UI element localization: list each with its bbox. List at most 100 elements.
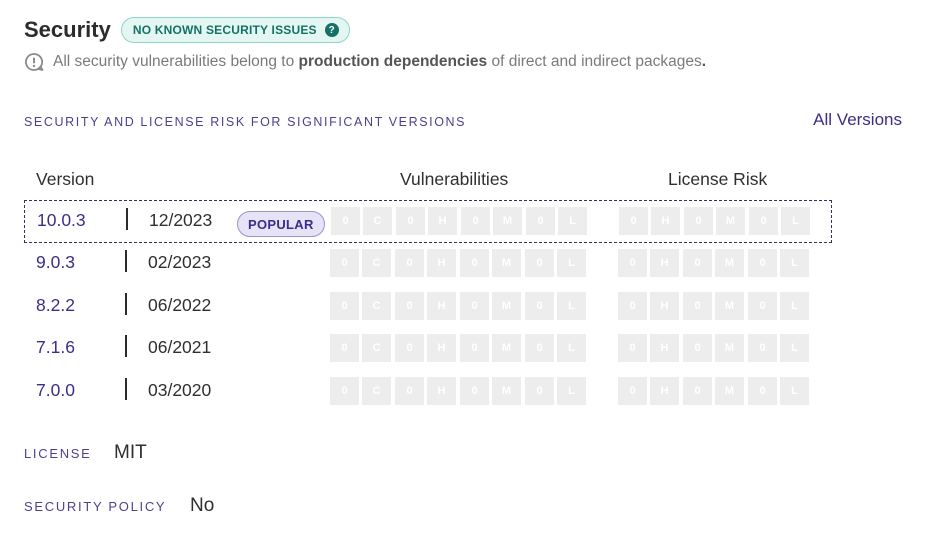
vulnerability-severity-cell: C bbox=[362, 292, 391, 320]
separator bbox=[125, 335, 127, 357]
license-risk-pair: 0L bbox=[748, 334, 809, 362]
license-risk-severity-cell: M bbox=[715, 334, 744, 362]
vulnerability-pair: 0M bbox=[460, 334, 521, 362]
license-risk-severity-cell: H bbox=[650, 334, 679, 362]
subtitle-text-end: of direct and indirect packages bbox=[487, 53, 702, 70]
license-risk-pair: 0L bbox=[749, 207, 810, 235]
license-risk-severity-cell: H bbox=[650, 377, 679, 405]
question-circle-icon[interactable]: ? bbox=[324, 23, 339, 37]
license-risk-severity-cell: L bbox=[780, 292, 809, 320]
vulnerability-pair: 0H bbox=[395, 334, 456, 362]
vulnerability-pair: 0H bbox=[395, 377, 456, 405]
license-risk-severity-cell: H bbox=[650, 292, 679, 320]
vulnerability-pair: 0C bbox=[330, 292, 391, 320]
vulnerability-pair: 0M bbox=[460, 377, 521, 405]
vulnerability-pair: 0L bbox=[525, 334, 586, 362]
vulnerability-severity-cell: L bbox=[557, 292, 586, 320]
license-risk-count-cell: 0 bbox=[683, 292, 712, 320]
subtitle-period: . bbox=[701, 53, 707, 70]
vulnerability-count-cell: 0 bbox=[395, 292, 424, 320]
security-header: Security NO KNOWN SECURITY ISSUES ? bbox=[24, 17, 350, 43]
license-risk-pair: 0M bbox=[683, 377, 744, 405]
license-risk-pair: 0L bbox=[748, 377, 809, 405]
version-link[interactable]: 7.0.0 bbox=[36, 380, 75, 401]
license-risk-pair: 0L bbox=[748, 292, 809, 320]
vulnerability-severity-cell: L bbox=[557, 249, 586, 277]
version-link[interactable]: 10.0.3 bbox=[37, 210, 86, 231]
vulnerability-count-cell: 0 bbox=[525, 377, 554, 405]
license-risk-pair: 0M bbox=[683, 292, 744, 320]
release-date: 02/2023 bbox=[148, 252, 212, 272]
page-title: Security bbox=[24, 17, 111, 42]
all-versions-link[interactable]: All Versions bbox=[813, 110, 902, 130]
license-risk-count-cell: 0 bbox=[618, 377, 647, 405]
license-risk-count-cell: 0 bbox=[748, 292, 777, 320]
version-row[interactable]: 7.0.0 03/2020 0 C 0 H 0 M 0 L 0 H 0 M 0 L bbox=[24, 371, 832, 414]
license-risk-pair: 0H bbox=[618, 334, 679, 362]
vulnerability-severity-cell: C bbox=[362, 377, 391, 405]
version-link[interactable]: 8.2.2 bbox=[36, 295, 75, 316]
vulnerability-pair: 0C bbox=[331, 207, 392, 235]
vulnerability-count-cell: 0 bbox=[396, 207, 425, 235]
vulnerability-pair: 0M bbox=[460, 249, 521, 277]
security-note: All security vulnerabilities belong to p… bbox=[24, 52, 706, 72]
vulnerability-pair: 0H bbox=[396, 207, 457, 235]
separator bbox=[126, 208, 128, 230]
license-risk-pair: 0M bbox=[683, 249, 744, 277]
vulnerability-count-cell: 0 bbox=[525, 249, 554, 277]
vulnerability-pair: 0H bbox=[395, 249, 456, 277]
version-link[interactable]: 7.1.6 bbox=[36, 337, 75, 358]
vulnerability-severity-cell: H bbox=[427, 334, 456, 362]
version-row[interactable]: 10.0.3 12/2023 POPULAR 0 C 0 H 0 M 0 L 0 H 0 M 0 L bbox=[24, 200, 832, 243]
license-risk-pair: 0M bbox=[683, 334, 744, 362]
vulnerability-pair: 0C bbox=[330, 377, 391, 405]
license-risk-pair: 0L bbox=[748, 249, 809, 277]
license-risk-count-cell: 0 bbox=[618, 334, 647, 362]
vulnerability-cells: 0C0H0M0L bbox=[330, 249, 590, 277]
vulnerability-count-cell: 0 bbox=[526, 207, 555, 235]
version-link[interactable]: 9.0.3 bbox=[36, 252, 75, 273]
license-risk-pair: 0H bbox=[619, 207, 680, 235]
vulnerability-severity-cell: L bbox=[557, 377, 586, 405]
vulnerability-count-cell: 0 bbox=[330, 377, 359, 405]
vulnerability-count-cell: 0 bbox=[525, 334, 554, 362]
license-risk-cells: 0H0M0L bbox=[618, 249, 813, 277]
license-risk-count-cell: 0 bbox=[619, 207, 648, 235]
version-row[interactable]: 8.2.2 06/2022 0 C 0 H 0 M 0 L 0 H 0 M 0 L bbox=[24, 286, 832, 329]
vulnerability-severity-cell: M bbox=[492, 249, 521, 277]
vulnerability-severity-cell: M bbox=[493, 207, 522, 235]
column-header-license-risk: License Risk bbox=[668, 169, 768, 189]
vulnerability-count-cell: 0 bbox=[330, 249, 359, 277]
license-risk-count-cell: 0 bbox=[684, 207, 713, 235]
vulnerability-count-cell: 0 bbox=[395, 249, 424, 277]
vulnerability-count-cell: 0 bbox=[460, 334, 489, 362]
vulnerability-pair: 0M bbox=[461, 207, 522, 235]
vulnerability-pair: 0L bbox=[525, 377, 586, 405]
license-risk-severity-cell: M bbox=[715, 249, 744, 277]
license-risk-pair: 0H bbox=[618, 377, 679, 405]
license-risk-severity-cell: M bbox=[715, 377, 744, 405]
license-risk-severity-cell: H bbox=[651, 207, 680, 235]
version-row[interactable]: 7.1.6 06/2021 0 C 0 H 0 M 0 L 0 H 0 M 0 L bbox=[24, 328, 832, 371]
vulnerability-cells: 0C0H0M0L bbox=[331, 207, 591, 235]
popular-badge: POPULAR bbox=[237, 211, 325, 237]
vulnerability-severity-cell: L bbox=[557, 334, 586, 362]
risk-section-heading: SECURITY AND LICENSE RISK FOR SIGNIFICAN… bbox=[24, 115, 467, 129]
vulnerability-pair: 0C bbox=[330, 334, 391, 362]
license-risk-count-cell: 0 bbox=[748, 377, 777, 405]
column-header-vulnerabilities: Vulnerabilities bbox=[400, 169, 509, 189]
vulnerability-pair: 0C bbox=[330, 249, 391, 277]
vulnerability-cells: 0C0H0M0L bbox=[330, 377, 590, 405]
license-risk-severity-cell: L bbox=[780, 377, 809, 405]
license-risk-severity-cell: M bbox=[715, 292, 744, 320]
version-row[interactable]: 9.0.3 02/2023 0 C 0 H 0 M 0 L 0 H 0 M 0 L bbox=[24, 243, 832, 286]
license-risk-count-cell: 0 bbox=[749, 207, 778, 235]
license-risk-count-cell: 0 bbox=[683, 377, 712, 405]
license-risk-count-cell: 0 bbox=[748, 249, 777, 277]
vulnerability-count-cell: 0 bbox=[461, 207, 490, 235]
vulnerability-severity-cell: M bbox=[492, 292, 521, 320]
license-value: MIT bbox=[114, 442, 147, 463]
vulnerability-cells: 0C0H0M0L bbox=[330, 334, 590, 362]
vulnerability-count-cell: 0 bbox=[460, 249, 489, 277]
license-risk-cells: 0H0M0L bbox=[619, 207, 814, 235]
